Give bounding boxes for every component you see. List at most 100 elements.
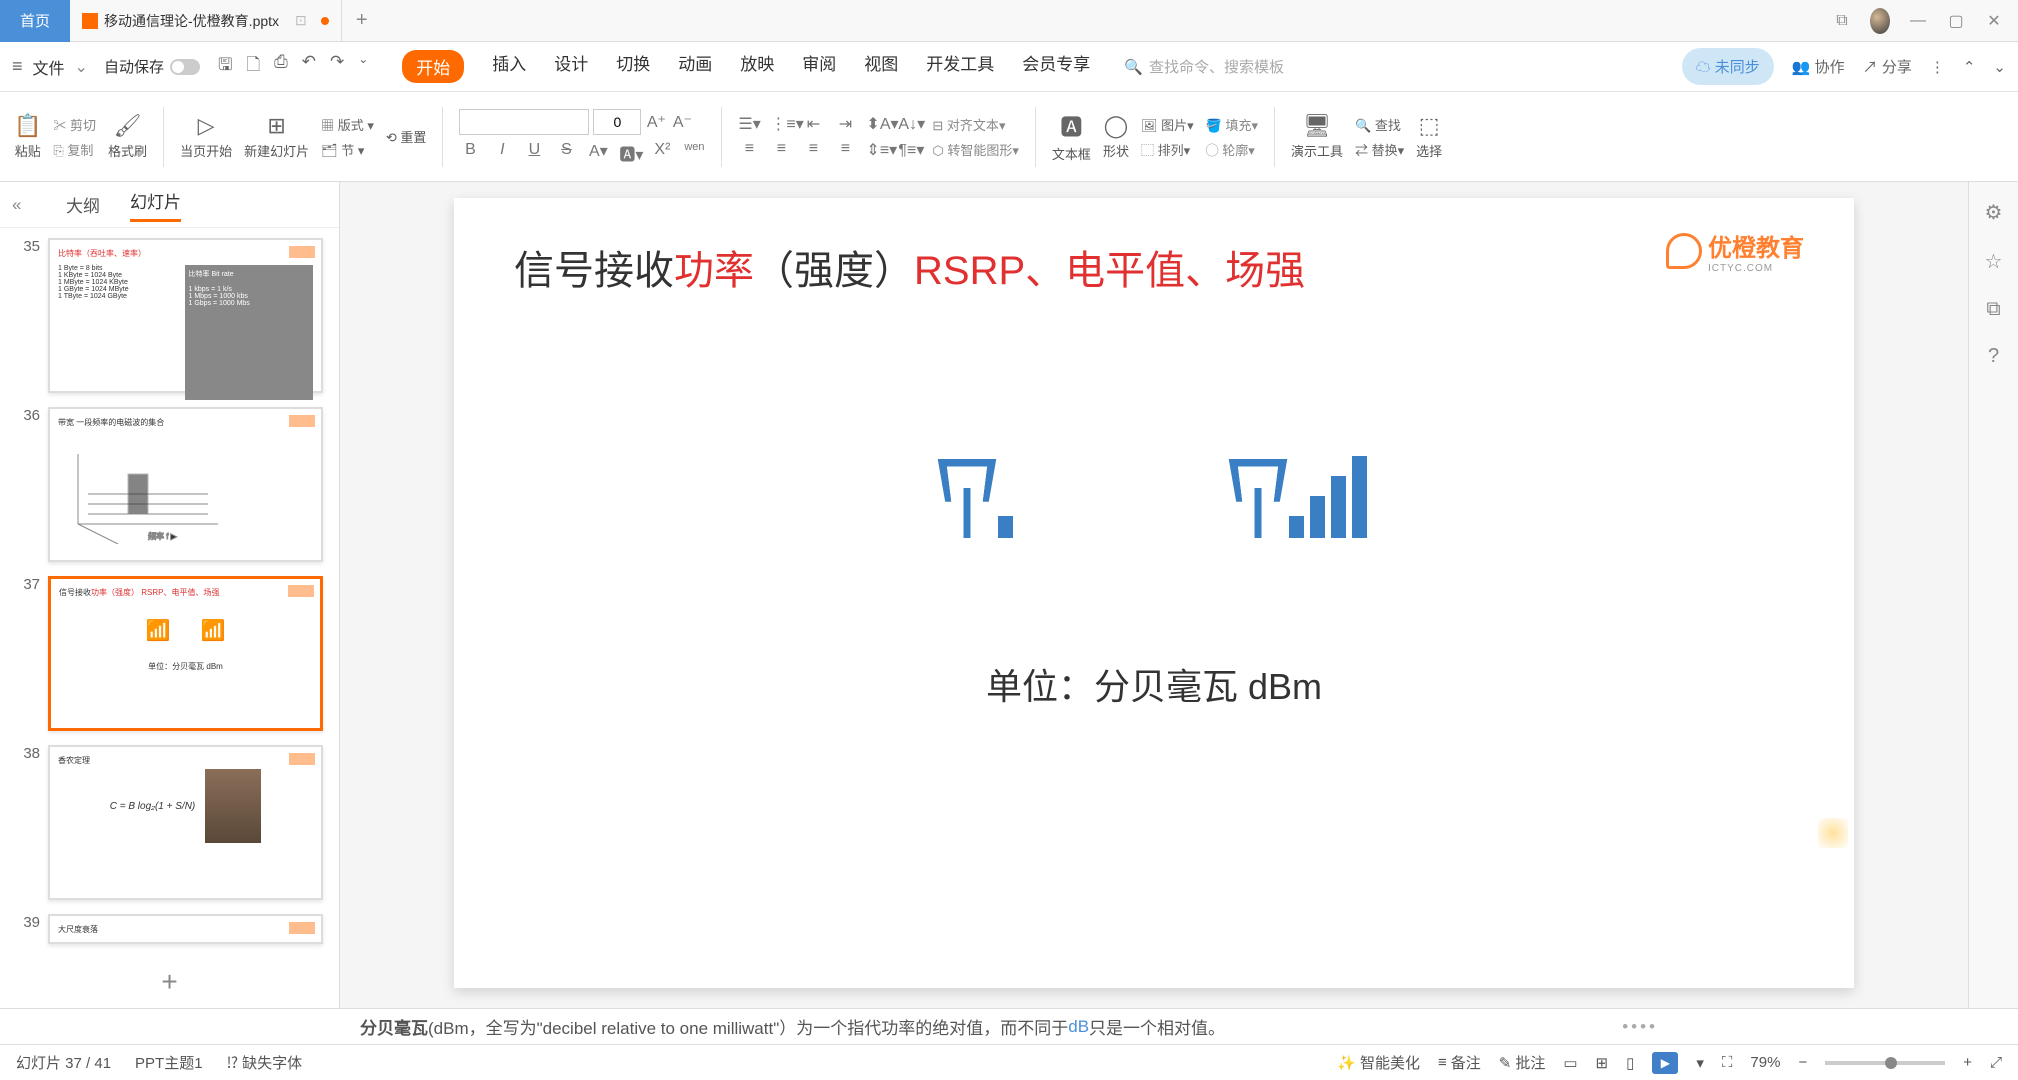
select-button[interactable]: 选择 [1416, 141, 1442, 160]
slide-canvas[interactable]: 优橙教育ICTYC.COM 信号接收功率（强度）RSRP、电平值、场强 单位 [454, 198, 1854, 988]
slideshow-dropdown-icon[interactable]: ▾ [1696, 1054, 1704, 1072]
outline-tab[interactable]: 大纲 [66, 192, 100, 217]
notes-pane[interactable]: 分贝毫瓦(dBm，全写为"decibel relative to one mil… [0, 1008, 2018, 1044]
minimize-button[interactable]: — [1908, 12, 1928, 30]
numbering-button[interactable]: ⋮≡▾ [770, 114, 792, 134]
replace-button[interactable]: ⇄ 替换▾ [1355, 140, 1404, 159]
outline-button[interactable]: ◯ 轮廓▾ [1206, 140, 1258, 159]
qat-dropdown-icon[interactable]: ⌄ [358, 52, 368, 81]
tab-member[interactable]: 会员专享 [1022, 50, 1090, 83]
shape-button[interactable]: 形状 [1103, 141, 1129, 160]
sync-status[interactable]: ☁ 未同步 [1682, 48, 1774, 85]
paragraph-spacing-button[interactable]: ¶≡▾ [898, 140, 920, 160]
tabs-icon[interactable]: ⧉ [1832, 12, 1852, 30]
tab-transition[interactable]: 切换 [616, 50, 650, 83]
file-menu[interactable]: 文件 [33, 55, 65, 79]
tab-view[interactable]: 视图 [864, 50, 898, 83]
tab-start[interactable]: 开始 [402, 50, 464, 83]
slide-thumb-36[interactable]: 带宽 一段频率的电磁波的集合 頻率 f ▶ [48, 407, 323, 562]
normal-view-icon[interactable]: ▭ [1563, 1054, 1577, 1072]
maximize-button[interactable]: ▢ [1946, 11, 1966, 31]
new-slide-button[interactable]: 新建幻灯片 [244, 141, 309, 160]
redo-icon[interactable]: ↷ [330, 52, 344, 81]
app-menu-icon[interactable]: ≡ [12, 56, 23, 77]
export-icon[interactable]: 🗋 [246, 52, 260, 81]
slide-thumb-38[interactable]: 香农定理 C = B log₂(1 + S/N) [48, 745, 323, 900]
help-icon[interactable]: ? [1988, 345, 1999, 368]
more-icon[interactable]: ⋮ [1930, 58, 1945, 76]
slides-tab[interactable]: 幻灯片 [130, 188, 181, 222]
slideshow-button[interactable]: ▶ [1652, 1052, 1678, 1074]
font-select[interactable] [459, 109, 589, 135]
justify-button[interactable]: ≡ [834, 140, 856, 160]
increase-font-icon[interactable]: A⁺ [645, 112, 667, 132]
add-slide-button[interactable]: + [0, 956, 339, 1008]
decrease-font-icon[interactable]: A⁻ [671, 112, 693, 132]
collab-button[interactable]: 👥 协作 [1792, 56, 1845, 77]
play-icon[interactable]: ▷ [198, 113, 215, 139]
align-text-button[interactable]: ⊟ 对齐文本▾ [932, 115, 1019, 134]
reset-button[interactable]: ⟲ 重置 [386, 127, 427, 146]
theme-label[interactable]: PPT主题1 [135, 1052, 203, 1073]
phonetic-button[interactable]: wen [683, 141, 705, 165]
format-painter-icon[interactable]: 🖌 [114, 113, 142, 139]
tab-insert[interactable]: 插入 [492, 50, 526, 83]
italic-button[interactable]: I [491, 141, 513, 165]
find-button[interactable]: 🔍 查找 [1355, 115, 1404, 134]
settings-icon[interactable]: ⚙ [1985, 200, 2003, 225]
present-icon[interactable]: 🖥 [1303, 113, 1331, 139]
slide-thumb-39[interactable]: 大尺度衰落 [48, 914, 323, 944]
select-icon[interactable]: ⬚ [1419, 113, 1440, 139]
section-button[interactable]: 🗂 节 ▾ [321, 140, 374, 159]
file-tab[interactable]: 移动通信理论-优橙教育.pptx ⊡ [70, 0, 342, 42]
underline-button[interactable]: U [523, 141, 545, 165]
missing-font-warning[interactable]: ⁉ 缺失字体 [227, 1052, 303, 1073]
arrange-button[interactable]: ⬚ 排列▾ [1141, 140, 1194, 159]
undo-icon[interactable]: ↶ [302, 52, 316, 81]
textbox-button[interactable]: 文本框 [1052, 144, 1091, 163]
line-spacing-button[interactable]: ⇕≡▾ [866, 140, 888, 160]
textbox-icon[interactable]: 🅰 [1060, 110, 1082, 142]
text-direction-button[interactable]: ⬍A▾ [866, 114, 888, 134]
smart-shape-button[interactable]: ⬡ 转智能图形▾ [932, 140, 1019, 159]
fit-icon[interactable]: ⛶ [1722, 1054, 1733, 1071]
superscript-button[interactable]: X² [651, 141, 673, 165]
beautify-button[interactable]: ✨智能美化 [1337, 1052, 1420, 1073]
decrease-indent-button[interactable]: ⇤ [802, 114, 824, 134]
copy-button[interactable]: ⎘ 复制 [53, 140, 96, 159]
print-icon[interactable]: ⎙ [274, 52, 288, 81]
tab-animation[interactable]: 动画 [678, 50, 712, 83]
slide-thumb-35[interactable]: 比特率（吞吐率、速率） 1 Byte = 8 bits1 KByte = 102… [48, 238, 323, 393]
tab-devtools[interactable]: 开发工具 [926, 50, 994, 83]
fill-button[interactable]: 🪣 填充▾ [1206, 115, 1258, 134]
comments-button[interactable]: ✎批注 [1499, 1052, 1546, 1073]
autosave-toggle[interactable]: 自动保存 [104, 56, 200, 77]
zoom-level[interactable]: 79% [1750, 1054, 1780, 1071]
cut-button[interactable]: ✂ 剪切 [53, 115, 96, 134]
command-search[interactable]: 🔍 查找命令、搜索模板 [1124, 56, 1284, 77]
save-icon[interactable]: 🖫 [218, 52, 232, 81]
paste-button[interactable]: 粘贴 [15, 141, 41, 160]
reading-view-icon[interactable]: ▯ [1626, 1054, 1634, 1072]
share-button[interactable]: ↗ 分享 [1863, 56, 1912, 77]
font-color-button[interactable]: A▾ [587, 141, 609, 165]
clipboard-panel-icon[interactable]: ⧉ [1986, 298, 2000, 321]
sorter-view-icon[interactable]: ⊞ [1596, 1054, 1609, 1072]
tab-design[interactable]: 设计 [554, 50, 588, 83]
bullets-button[interactable]: ☰▾ [738, 114, 760, 134]
new-tab-button[interactable]: + [342, 9, 382, 32]
home-tab[interactable]: 首页 [0, 0, 70, 42]
layout-button[interactable]: ▦ 版式 ▾ [321, 115, 374, 134]
shape-icon[interactable]: ◯ [1104, 113, 1129, 139]
slide-thumb-37[interactable]: 信号接收功率（强度） RSRP、电平值、场强 📶📶 单位：分贝毫瓦 dBm [48, 576, 323, 731]
collapse-ribbon-icon[interactable]: ⌃ [1963, 58, 1976, 76]
align-center-button[interactable]: ≡ [770, 140, 792, 160]
new-slide-icon[interactable]: ⊞ [267, 113, 285, 139]
font-size-input[interactable]: 0 [593, 109, 641, 135]
paste-icon[interactable]: 📋 [14, 113, 41, 139]
collapse-panel-icon[interactable]: « [12, 195, 21, 215]
notes-more-icon[interactable]: •••• [1622, 1017, 1658, 1037]
close-button[interactable]: ✕ [1984, 11, 2004, 31]
start-current-button[interactable]: 当页开始 [180, 141, 232, 160]
increase-indent-button[interactable]: ⇥ [834, 114, 856, 134]
